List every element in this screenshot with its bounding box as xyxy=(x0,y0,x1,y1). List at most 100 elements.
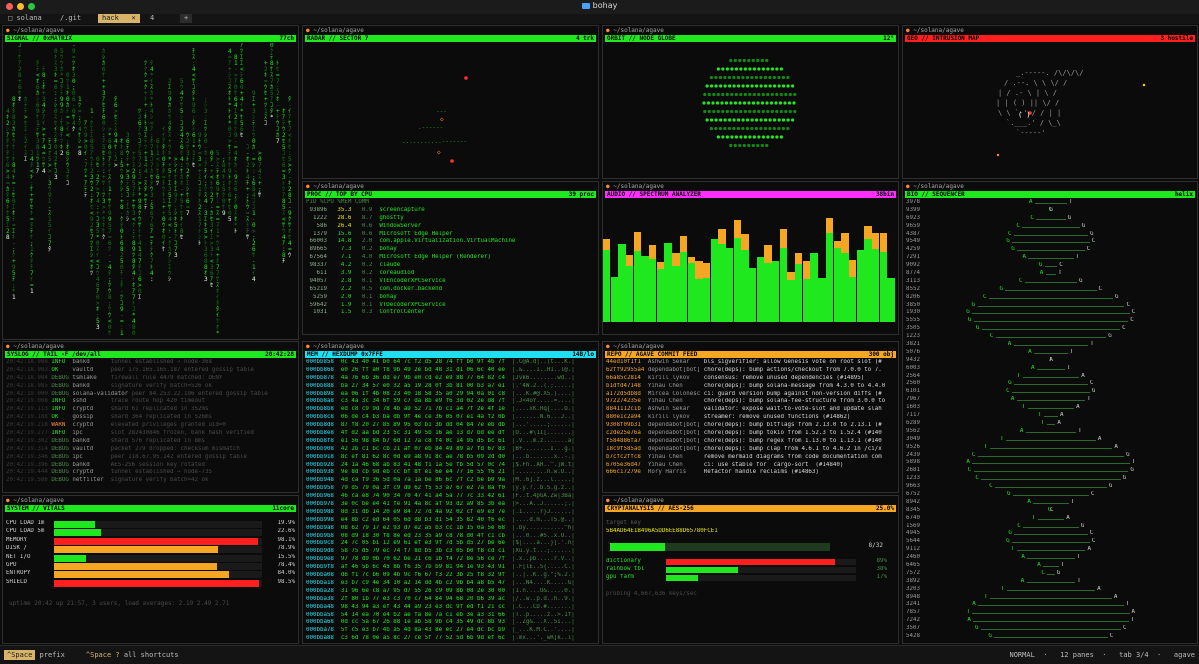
proc-pid: 89665 xyxy=(306,246,334,253)
hex-address: 000bb918 xyxy=(306,453,341,460)
pane-bio[interactable]: ● ~/solana/agave BIO // SEQUENCER helix 3… xyxy=(902,181,1198,644)
pane-repo[interactable]: ● ~/solana/agave REPO // AGAVE COMMIT FE… xyxy=(602,341,899,493)
tab-git[interactable]: /.git xyxy=(56,14,85,23)
globe-node xyxy=(743,67,747,71)
tab-hack[interactable]: hack × xyxy=(98,14,140,23)
hex-address: 000bba78 xyxy=(306,627,341,634)
helix-row: 5898 A T xyxy=(906,459,1194,467)
matrix-glyph: 4 xyxy=(252,276,256,283)
globe-node xyxy=(734,135,738,139)
hexdump-line: 000bba48 98 43 94 a3 ef 43 44 a9 23 e3 d… xyxy=(306,604,595,612)
proc-mem: 0.1 xyxy=(358,293,380,300)
pane-signal[interactable]: ● ~/solana/agave SIGNAL // 0xMATRIX 77ch … xyxy=(2,25,299,340)
helix-base: A xyxy=(1076,404,1080,411)
tab-close-icon[interactable]: × xyxy=(132,14,136,22)
spectrum-bar xyxy=(887,277,895,322)
globe-node xyxy=(721,67,725,71)
commit-row: b7cfc2ffc8 Yihau Chen remove mermaid dia… xyxy=(606,454,895,462)
globe-node xyxy=(775,135,779,139)
helix-base: C xyxy=(983,293,987,300)
globe-node xyxy=(792,101,796,105)
hex-address: 000bb8f8 xyxy=(306,437,341,444)
hexdump-line: 000bb9f8 af 46 5b 6c 45 8b f6 35 7b b9 8… xyxy=(306,564,595,572)
node-globe xyxy=(606,43,895,176)
proc-cpu: 28.6 xyxy=(333,214,359,221)
hex-ascii: |$.Fh..AH..^.]W.t| xyxy=(511,461,575,468)
hex-address: 000bb898 xyxy=(306,390,341,397)
helix-base: G xyxy=(1038,262,1043,269)
helix-bond xyxy=(1012,392,1090,394)
globe-node xyxy=(746,118,750,122)
vitals-titlebar: SYSTEM // VITALS 11core xyxy=(5,505,296,512)
pane-orbit[interactable]: ● ~/solana/agave ORBIT // NODE GLOBE 12° xyxy=(602,25,899,179)
pane-header: ● ~/solana/agave xyxy=(906,26,964,35)
proc-row: 586 26.4 0.6 WindowServer xyxy=(306,223,595,231)
tab-solana[interactable]: □ solana xyxy=(4,14,46,23)
plus-icon: + xyxy=(184,14,189,22)
helix-bond xyxy=(1043,565,1059,567)
hex-bytes: 8d 31 db 14 20 e9 84 72 7d 4a 92 02 cf e… xyxy=(340,508,512,515)
new-tab-button[interactable]: + xyxy=(180,14,193,23)
commit-row: c2de25e76a dependabot[bot] chore(deps): … xyxy=(606,430,895,438)
proc-mem: 0.2 xyxy=(358,262,380,269)
pane-syslog[interactable]: ● ~/solana/agave SYSLOG // TAIL -F /dev/… xyxy=(2,341,299,493)
commit-message: chore(deps): bump clap from 4.6.1 to 4.6… xyxy=(703,445,882,452)
globe-node xyxy=(756,143,760,148)
globe-node xyxy=(728,118,732,122)
hex-bytes: 2f 80 1b 77 e3 c3 70 c7 64 84 94 68 20 b… xyxy=(340,595,512,602)
pane-vitals[interactable]: ● ~/solana/agave SYSTEM // VITALS 11core … xyxy=(2,495,299,644)
globe-node xyxy=(788,109,792,114)
vital-meter-track xyxy=(54,546,262,554)
globe-node xyxy=(773,118,777,122)
matrix-glyph: 4 xyxy=(42,168,46,175)
tab-bar: □ solana /.git hack × 4 + xyxy=(0,14,1199,24)
commit-row: 880e1c2a94 kirill lykov streamer: remove… xyxy=(606,414,895,422)
helix-row: 5644 G C xyxy=(906,538,1194,546)
syslog-service: ipc xyxy=(72,453,111,460)
attack-vectors: dictionary 89% rainbow tbl 38% gpu farm 17% xyxy=(606,558,895,582)
hex-address: 000bb868 xyxy=(306,366,341,373)
spectrum-peak xyxy=(833,240,841,248)
dna-helix: 3978 A T 9399 C G 6923 C G 9659 C G 4387 C G 9549 G C 4259… xyxy=(906,199,1194,641)
helix-bond xyxy=(1027,558,1075,560)
pane-geo[interactable]: ● ~/solana/agave GEO // INTRUSION MAP 3 h… xyxy=(902,25,1198,179)
vital-row: CPU LOAD 5m 22.6% xyxy=(6,528,295,537)
pane-mem[interactable]: ● ~/solana/agave MEM // HEXDUMP 0x7FFE 14… xyxy=(302,341,599,644)
hex-ascii: |...'.....;......| xyxy=(511,422,575,429)
pane-crypt[interactable]: ● ~/solana/agave CRYPTANALYSIS // AES-25… xyxy=(602,495,899,644)
syslog-service: bankd xyxy=(72,461,111,468)
pane-audio[interactable]: ● ~/solana/agave AUDIO // SPECTRUM ANALY… xyxy=(602,181,899,335)
proc-comm: bohay xyxy=(379,293,397,300)
hex-address: 000bb9e8 xyxy=(306,556,341,563)
helix-base: A xyxy=(1021,554,1025,561)
hexdump-line: 000bba68 0d cc 5a 67 26 88 1e ab 58 9b c… xyxy=(306,619,595,627)
hex-bytes: e0 26 ff a0 f8 9b 49 2e bd 48 31 d1 06 6… xyxy=(340,366,512,373)
vital-value: 22.6% xyxy=(277,528,295,535)
spectrum-bar xyxy=(733,237,741,322)
tab-4[interactable]: 4 xyxy=(146,14,158,23)
syslog-time: 20:42:18.985 xyxy=(6,382,52,389)
proc-row: 66003 14.8 2.0 com.apple.Virtualization.… xyxy=(306,238,595,246)
pane-dot-icon: ● xyxy=(306,27,310,34)
globe-node xyxy=(781,126,785,131)
syslog-level: DEBUG xyxy=(51,382,73,389)
spectrum-peak xyxy=(871,233,880,250)
hex-address: 000bb948 xyxy=(306,477,341,484)
helix-base: A xyxy=(1057,419,1061,426)
commit-hash: 18c9f585ad xyxy=(606,445,648,452)
signal-title: SIGNAL // 0xMATRIX xyxy=(7,35,73,42)
helix-index: 8948 xyxy=(906,593,920,600)
proc-row: 89665 7.3 0.2 bohay xyxy=(306,246,595,254)
pane-proc[interactable]: ● ~/solana/agave PROC // TOP BY CPU 39 pr… xyxy=(302,181,599,335)
hex-ascii: |1.n....U&.....0.| xyxy=(511,587,575,594)
hex-address: 000bb9b8 xyxy=(306,532,341,539)
pane-radar[interactable]: ● ~/solana/agave RADAR // SECTOR 74 trk … xyxy=(302,25,599,179)
globe-node xyxy=(725,135,729,139)
globe-node xyxy=(770,92,774,97)
spectrum-bar xyxy=(848,277,857,322)
vital-meter-track xyxy=(54,562,262,570)
globe-node xyxy=(765,143,769,148)
pane-header: ● ~/solana/agave xyxy=(6,26,64,35)
crypt-title: CRYPTANALYSIS // AES-256 xyxy=(607,505,694,512)
globe-node xyxy=(765,58,769,63)
